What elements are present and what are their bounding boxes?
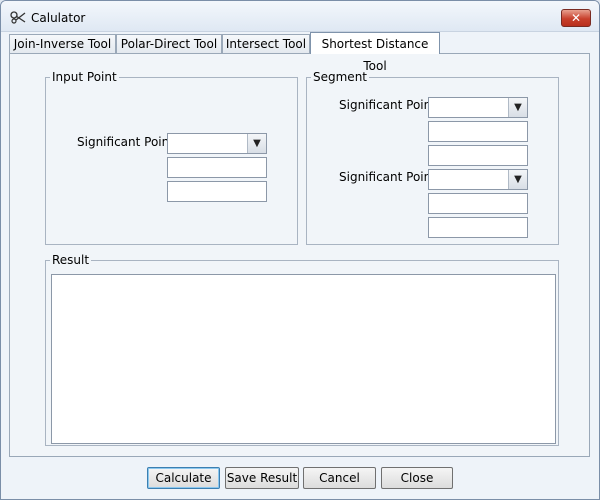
input-point-title: Input Point (50, 70, 119, 84)
window-title: Calulator (31, 11, 86, 25)
title-bar: Calulator ✕ (1, 1, 599, 32)
calculator-window: Calulator ✕ Join-Inverse Tool Polar-Dire… (0, 0, 600, 500)
significant-point-combo[interactable]: ▼ (167, 133, 267, 154)
window-close-button[interactable]: ✕ (561, 9, 591, 27)
tab-strip: Join-Inverse Tool Polar-Direct Tool Inte… (9, 32, 599, 73)
chevron-down-icon[interactable]: ▼ (508, 98, 527, 117)
segment-point1-field-1[interactable] (428, 121, 528, 142)
input-point-group: Input Point Significant Point ▼ (45, 70, 298, 245)
segment-point2-field-2[interactable] (428, 217, 528, 238)
segment-point1-field-2[interactable] (428, 145, 528, 166)
segment-group: Segment Significant Point ▼ Significant … (306, 70, 559, 245)
calculate-button[interactable]: Calculate (147, 467, 220, 489)
segment-point1-label: Significant Point (339, 98, 436, 112)
result-textarea[interactable] (51, 274, 556, 444)
result-title: Result (50, 253, 92, 267)
segment-point2-combo[interactable]: ▼ (428, 169, 528, 190)
result-group: Result (45, 253, 559, 446)
cancel-button[interactable]: Cancel (303, 467, 376, 489)
tab-intersect[interactable]: Intersect Tool (222, 34, 310, 53)
input-point-field-1[interactable] (167, 157, 267, 178)
segment-point1-combo[interactable]: ▼ (428, 97, 528, 118)
chevron-down-icon[interactable]: ▼ (247, 134, 266, 153)
input-point-field-2[interactable] (167, 181, 267, 202)
significant-point-label: Significant Point (77, 135, 174, 149)
segment-point2-field-1[interactable] (428, 193, 528, 214)
chevron-down-icon[interactable]: ▼ (508, 170, 527, 189)
close-button[interactable]: Close (381, 467, 453, 489)
save-result-button[interactable]: Save Result (225, 467, 299, 489)
tab-shortest-distance[interactable]: Shortest Distance Tool (310, 32, 440, 73)
shortest-distance-panel: Input Point Significant Point ▼ Segment … (9, 53, 590, 457)
tab-join-inverse[interactable]: Join-Inverse Tool (9, 34, 116, 53)
app-icon (10, 11, 26, 24)
segment-title: Segment (311, 70, 369, 84)
segment-point2-label: Significant Point (339, 170, 436, 184)
tab-polar-direct[interactable]: Polar-Direct Tool (116, 34, 222, 53)
